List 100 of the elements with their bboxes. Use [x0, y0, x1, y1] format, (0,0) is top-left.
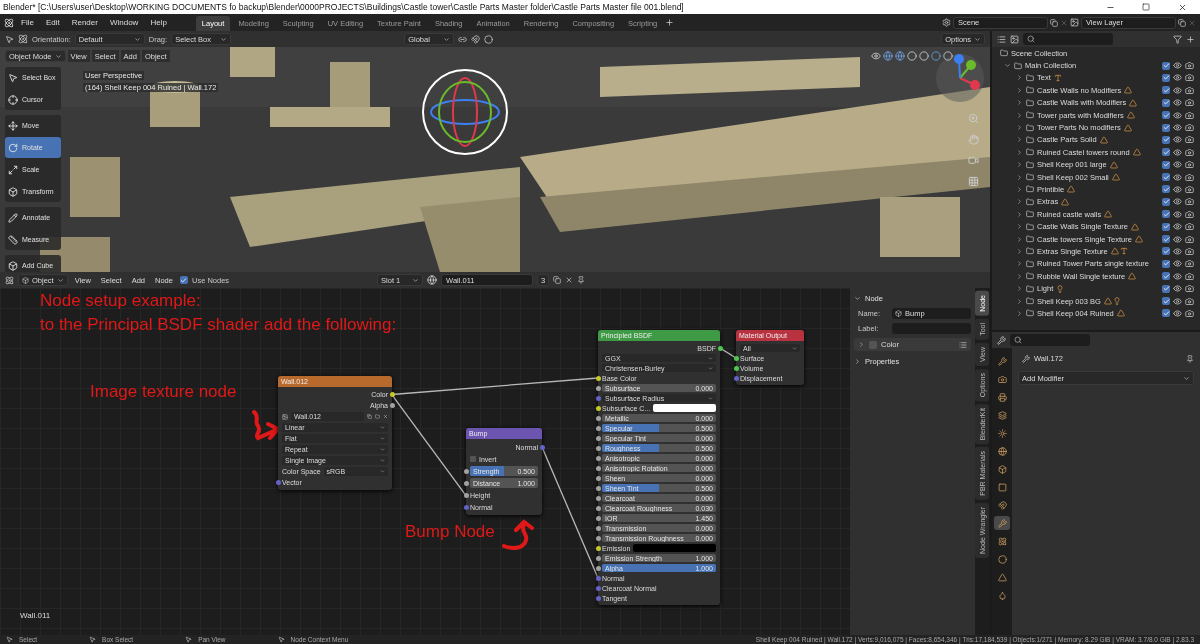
eye-icon[interactable] — [1173, 197, 1182, 207]
socket-dot[interactable] — [595, 555, 601, 561]
camera-icon[interactable] — [1185, 110, 1194, 120]
checkbox[interactable] — [1162, 86, 1170, 95]
socket-dot[interactable] — [595, 525, 601, 531]
camera-icon[interactable] — [1185, 284, 1194, 294]
socket-dot[interactable] — [595, 395, 601, 401]
checkbox[interactable] — [1162, 160, 1170, 169]
eye-icon[interactable] — [1173, 61, 1182, 71]
eye-icon[interactable] — [1173, 147, 1182, 157]
socket-dot[interactable] — [733, 365, 739, 371]
camera-icon[interactable] — [1185, 73, 1194, 83]
socket-dot[interactable] — [595, 385, 601, 391]
checkbox[interactable] — [1162, 235, 1170, 244]
eye-icon[interactable] — [1173, 135, 1182, 145]
copy-icon[interactable] — [553, 276, 562, 284]
checkbox[interactable] — [1162, 135, 1170, 144]
checkbox[interactable] — [1162, 272, 1170, 281]
camera-icon[interactable] — [1185, 185, 1194, 194]
eye-icon[interactable] — [1173, 209, 1182, 219]
copy-icon[interactable] — [1178, 18, 1186, 27]
menu-item[interactable]: Edit — [40, 15, 65, 30]
socket-dot[interactable] — [539, 444, 545, 450]
camera-icon[interactable] — [1185, 271, 1194, 281]
socket-dot[interactable] — [389, 392, 395, 397]
menu-item[interactable]: Window — [104, 15, 144, 30]
checkbox[interactable] — [1162, 148, 1170, 157]
socket-dot[interactable] — [595, 565, 601, 571]
socket-dot[interactable] — [595, 455, 601, 461]
camera-icon[interactable] — [1185, 197, 1194, 207]
checkbox[interactable] — [1162, 111, 1170, 120]
camera-icon[interactable] — [1185, 308, 1194, 318]
socket-dot[interactable] — [595, 585, 601, 591]
camera-icon[interactable] — [1185, 85, 1194, 95]
search-field[interactable] — [1010, 334, 1090, 346]
axis-gizmo-icon[interactable] — [935, 53, 985, 103]
select-mode-icon[interactable] — [5, 34, 14, 44]
camera-icon[interactable] — [1185, 61, 1194, 71]
eye-icon[interactable] — [1173, 259, 1182, 269]
camera-icon[interactable] — [1185, 259, 1194, 269]
camera-icon[interactable] — [1185, 147, 1194, 157]
new-collection-icon[interactable] — [1186, 34, 1195, 44]
socket-dot[interactable] — [595, 375, 601, 381]
socket-dot[interactable] — [595, 545, 601, 551]
socket-dot[interactable] — [595, 595, 601, 601]
checkbox[interactable] — [1162, 297, 1170, 305]
checkbox[interactable] — [1162, 123, 1170, 132]
copy-icon[interactable] — [367, 414, 372, 419]
camera-icon[interactable] — [1185, 98, 1194, 108]
socket-dot[interactable] — [463, 468, 469, 474]
menu-item[interactable]: Render — [66, 15, 103, 30]
socket-dot[interactable] — [733, 375, 739, 381]
camera-icon[interactable] — [1185, 135, 1194, 145]
socket-dot[interactable] — [595, 405, 601, 411]
socket-dot[interactable] — [595, 505, 601, 511]
eye-icon[interactable] — [1173, 284, 1182, 294]
properties-tab[interactable] — [994, 516, 1010, 530]
socket-dot[interactable] — [463, 480, 469, 486]
close-icon[interactable] — [565, 276, 574, 284]
color-swatch[interactable] — [653, 404, 716, 412]
camera-icon[interactable] — [1185, 234, 1194, 244]
checkbox[interactable] — [1162, 98, 1170, 107]
checkbox[interactable] — [869, 340, 877, 349]
eye-icon[interactable] — [1173, 271, 1182, 281]
socket-dot[interactable] — [595, 465, 601, 471]
filter-icon[interactable] — [1173, 34, 1182, 44]
checkbox[interactable] — [1162, 73, 1170, 82]
checkbox[interactable] — [1162, 197, 1170, 206]
pin-icon[interactable] — [577, 276, 586, 284]
camera-icon[interactable] — [1185, 246, 1194, 256]
eye-icon[interactable] — [1173, 160, 1182, 170]
socket-dot[interactable] — [463, 504, 469, 510]
link-icon[interactable] — [458, 34, 468, 44]
checkbox[interactable] — [470, 456, 476, 462]
color-swatch[interactable] — [633, 544, 716, 552]
checkbox[interactable] — [1162, 185, 1170, 194]
shader-node[interactable] — [598, 330, 720, 605]
camera-icon[interactable] — [1185, 209, 1194, 219]
socket-dot[interactable] — [595, 515, 601, 521]
socket-dot[interactable] — [595, 535, 601, 541]
folder-icon[interactable] — [375, 414, 380, 419]
socket-dot[interactable] — [275, 480, 281, 485]
eye-icon[interactable] — [1173, 296, 1182, 306]
camera-icon[interactable] — [1185, 172, 1194, 182]
eye-icon[interactable] — [1173, 73, 1182, 83]
eye-icon[interactable] — [1173, 85, 1182, 95]
eye-icon[interactable] — [1173, 246, 1182, 256]
checkbox[interactable] — [1162, 259, 1170, 268]
outliner-icon[interactable] — [997, 34, 1006, 44]
copy-icon[interactable] — [1050, 18, 1058, 27]
eye-icon[interactable] — [1173, 172, 1182, 182]
checkbox[interactable] — [1162, 284, 1170, 293]
eye-icon[interactable] — [871, 51, 881, 61]
eye-icon[interactable] — [1173, 234, 1182, 244]
socket-dot[interactable] — [595, 485, 601, 491]
socket-dot[interactable] — [595, 425, 601, 431]
socket-dot[interactable] — [463, 492, 469, 498]
socket-dot[interactable] — [595, 435, 601, 441]
rotate-gizmo-icon[interactable] — [420, 67, 510, 157]
pin-icon[interactable] — [1186, 354, 1194, 363]
